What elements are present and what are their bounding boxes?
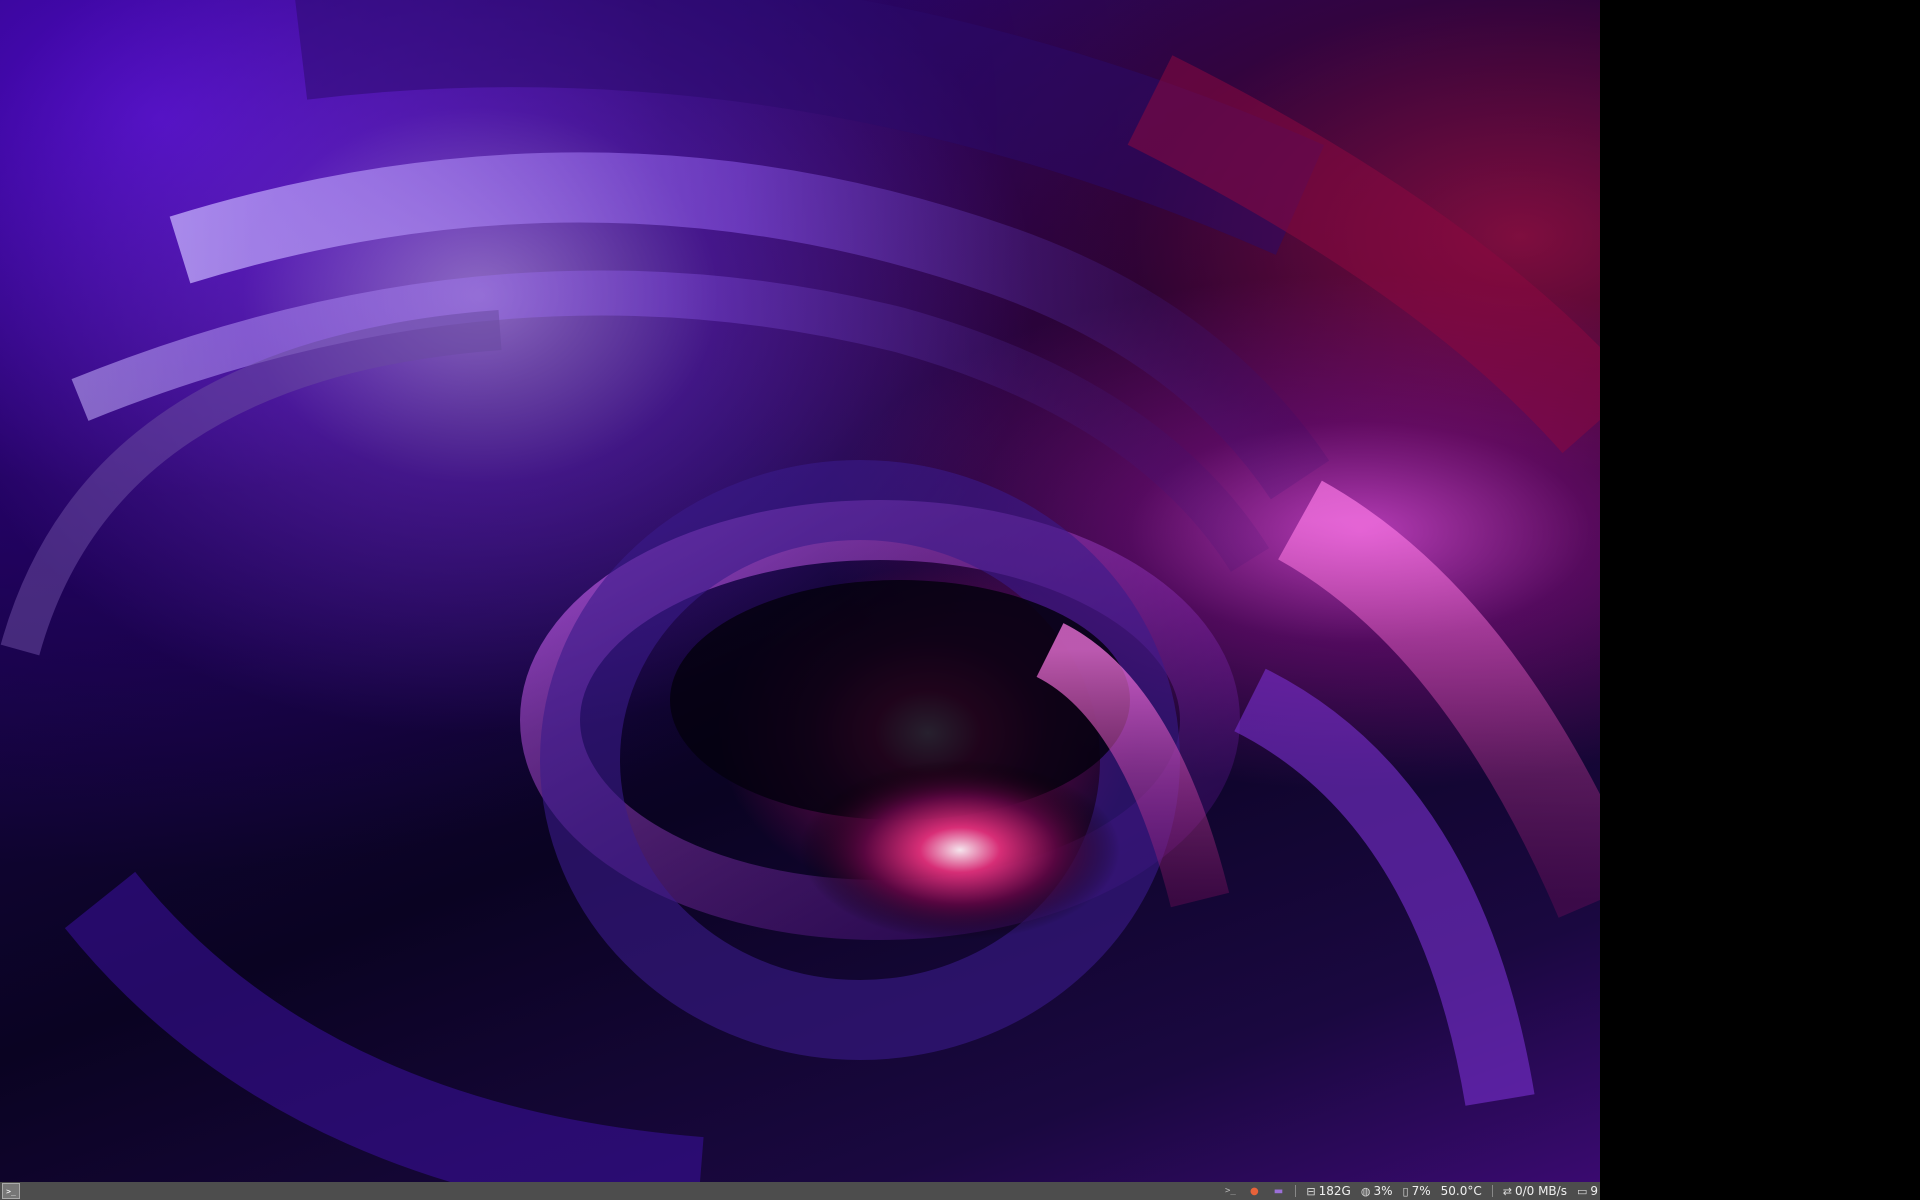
wallpaper-swirl-art — [0, 0, 1600, 1182]
tray-separator — [1491, 1185, 1493, 1197]
disk-usage: ⊟ 182G — [1306, 1184, 1350, 1198]
battery-status: ▭ 9 — [1577, 1184, 1598, 1198]
tray-separator — [1295, 1185, 1297, 1197]
memory-usage-value: 7% — [1411, 1184, 1431, 1198]
battery-value: 9 — [1590, 1184, 1598, 1198]
transfer-icon: ⇄ — [1502, 1184, 1512, 1198]
disk-usage-value: 182G — [1318, 1184, 1351, 1198]
temperature: 50.0°C — [1441, 1184, 1482, 1198]
drive-icon: ⊟ — [1306, 1184, 1316, 1198]
taskbar: >_ >_ ● ▬ ⊟ 182G ◍ 3% ▯ 7% 50.0°C ⇄ 0/0 … — [0, 1182, 1600, 1200]
system-tray: >_ ● ▬ ⊟ 182G ◍ 3% ▯ 7% 50.0°C ⇄ 0/0 MB/… — [1218, 1182, 1600, 1200]
launcher-terminal-icon: >_ — [6, 1186, 16, 1196]
battery-icon: ▭ — [1576, 1184, 1588, 1198]
app-launcher-button[interactable]: >_ — [2, 1183, 20, 1199]
folder-icon[interactable]: ▬ — [1271, 1184, 1285, 1198]
network-throughput-value: 0/0 MB/s — [1514, 1184, 1567, 1198]
desktop-screen: >_ >_ ● ▬ ⊟ 182G ◍ 3% ▯ 7% 50.0°C ⇄ 0/0 … — [0, 0, 1920, 1200]
memory-usage: ▯ 7% — [1403, 1184, 1431, 1198]
desktop-wallpaper — [0, 0, 1600, 1182]
firefox-icon[interactable]: ● — [1247, 1184, 1261, 1198]
cpu-usage: ◍ 3% — [1361, 1184, 1393, 1198]
memory-icon: ▯ — [1402, 1184, 1409, 1198]
network-throughput: ⇄ 0/0 MB/s — [1503, 1184, 1567, 1198]
terminal-icon[interactable]: >_ — [1223, 1184, 1237, 1198]
gauge-icon: ◍ — [1360, 1184, 1371, 1198]
cpu-usage-value: 3% — [1373, 1184, 1393, 1198]
temperature-value: 50.0°C — [1440, 1184, 1482, 1198]
empty-screen-area — [1600, 0, 1920, 1200]
